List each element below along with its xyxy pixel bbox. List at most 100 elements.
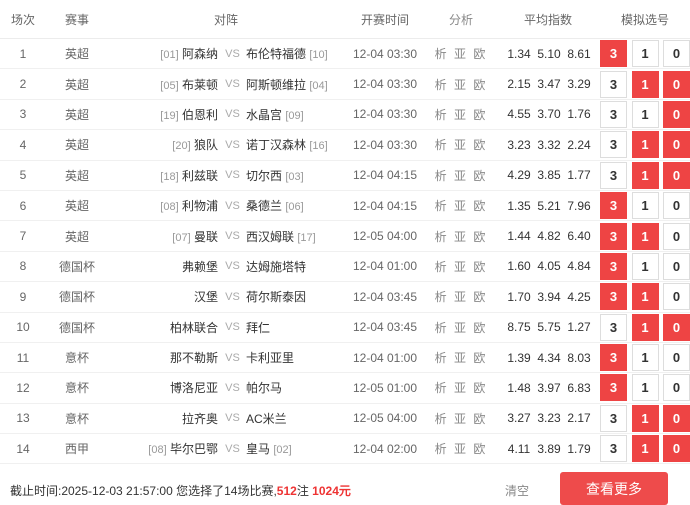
average-odds: 1.39 4.34 8.03 bbox=[496, 351, 600, 365]
pick-1-button[interactable]: 1 bbox=[631, 70, 659, 98]
analysis-links[interactable]: 析 亚 欧 bbox=[426, 410, 496, 427]
away-name: 桑德兰 bbox=[246, 199, 283, 214]
pick-0-button[interactable]: 0 bbox=[663, 161, 690, 189]
pick-0-button[interactable]: 0 bbox=[663, 100, 690, 128]
pick-1-button[interactable]: 1 bbox=[631, 283, 659, 311]
pick-3-button[interactable]: 3 bbox=[600, 70, 627, 98]
pick-3-button[interactable]: 3 bbox=[600, 100, 627, 128]
pick-1-button[interactable]: 1 bbox=[631, 252, 659, 280]
pick-3-button[interactable]: 3 bbox=[600, 435, 627, 463]
vs-label: VS bbox=[225, 169, 240, 182]
pick-1-button[interactable]: 1 bbox=[631, 161, 659, 189]
pick-1-button[interactable]: 1 bbox=[631, 222, 659, 250]
home-team: [08] 毕尔巴鄂 bbox=[108, 440, 220, 457]
home-team: [08] 利物浦 bbox=[108, 197, 220, 214]
pick-3-button[interactable]: 3 bbox=[600, 283, 627, 311]
table-row: 9 德国杯 汉堡 VS 荷尔斯泰因 12-04 03:45 析 亚 欧 1.70 3.94 4… bbox=[0, 282, 690, 313]
pick-3-button[interactable]: 3 bbox=[600, 404, 627, 432]
pick-0-button[interactable]: 0 bbox=[663, 374, 690, 402]
odds-draw: 3.23 bbox=[537, 411, 561, 426]
average-odds: 1.34 5.10 8.61 bbox=[496, 47, 600, 61]
odds-draw: 4.05 bbox=[537, 259, 561, 274]
pick-1-button[interactable]: 1 bbox=[631, 40, 659, 68]
pick-1-button[interactable]: 1 bbox=[631, 100, 659, 128]
pick-3-button[interactable]: 3 bbox=[600, 161, 627, 189]
analysis-links[interactable]: 析 亚 欧 bbox=[426, 379, 496, 396]
away-name: 荷尔斯泰因 bbox=[246, 290, 307, 305]
analysis-links[interactable]: 析 亚 欧 bbox=[426, 76, 496, 93]
analysis-links[interactable]: 析 亚 欧 bbox=[426, 349, 496, 366]
pick-buttons: 310 bbox=[600, 435, 690, 463]
pick-3-button[interactable]: 3 bbox=[600, 131, 627, 159]
odds-draw: 5.75 bbox=[537, 320, 561, 335]
analysis-links[interactable]: 析 亚 欧 bbox=[426, 136, 496, 153]
match-no: 10 bbox=[16, 320, 30, 335]
analysis-links[interactable]: 析 亚 欧 bbox=[426, 106, 496, 123]
pick-1-button[interactable]: 1 bbox=[631, 404, 659, 432]
league: 意杯 bbox=[64, 351, 89, 366]
vs-label: VS bbox=[225, 442, 240, 455]
kickoff-time: 12-04 03:30 bbox=[352, 77, 418, 92]
analysis-links[interactable]: 析 亚 欧 bbox=[426, 197, 496, 214]
pick-0-button[interactable]: 0 bbox=[663, 435, 690, 463]
away-team: 诺丁汉森林 [16] bbox=[245, 136, 344, 153]
analysis-links[interactable]: 析 亚 欧 bbox=[426, 319, 496, 336]
pick-0-button[interactable]: 0 bbox=[663, 222, 690, 250]
odds-draw: 3.47 bbox=[537, 77, 561, 92]
match-no: 13 bbox=[16, 411, 30, 426]
home-name: 曼联 bbox=[193, 229, 218, 244]
table-row: 1 英超 [01] 阿森纳 VS 布伦特福德 [10] 12-04 03:30 析 亚 欧1… bbox=[0, 39, 690, 70]
analysis-links[interactable]: 析 亚 欧 bbox=[426, 258, 496, 275]
analysis-links[interactable]: 析 亚 欧 bbox=[426, 288, 496, 305]
match-no: 2 bbox=[19, 77, 27, 92]
odds-loss: 1.79 bbox=[567, 441, 591, 456]
pick-0-button[interactable]: 0 bbox=[663, 313, 690, 341]
home-rank: [19] bbox=[160, 109, 179, 122]
table-row: 4 英超 [20] 狼队 VS 诺丁汉森林 [16] 12-04 03:30 析 亚 欧 3.… bbox=[0, 130, 690, 161]
away-name: 切尔西 bbox=[246, 168, 283, 183]
pick-0-button[interactable]: 0 bbox=[663, 40, 690, 68]
pick-0-button[interactable]: 0 bbox=[663, 344, 690, 372]
odds-win: 3.23 bbox=[507, 137, 531, 152]
pick-0-button[interactable]: 0 bbox=[663, 283, 690, 311]
pick-3-button[interactable]: 3 bbox=[600, 192, 627, 220]
analysis-links[interactable]: 析 亚 欧 bbox=[426, 440, 496, 457]
pick-1-button[interactable]: 1 bbox=[631, 192, 659, 220]
league: 意杯 bbox=[64, 411, 89, 426]
home-rank: [01] bbox=[160, 49, 179, 62]
pick-3-button[interactable]: 3 bbox=[600, 222, 627, 250]
average-odds: 1.44 4.82 6.40 bbox=[496, 229, 600, 243]
odds-win: 4.55 bbox=[507, 107, 531, 122]
pick-1-button[interactable]: 1 bbox=[631, 435, 659, 463]
odds-loss: 1.27 bbox=[567, 320, 591, 335]
pick-3-button[interactable]: 3 bbox=[600, 252, 627, 280]
away-team: AC米兰 bbox=[245, 410, 344, 427]
clear-button[interactable]: 清空 bbox=[505, 482, 529, 499]
pick-3-button[interactable]: 3 bbox=[600, 374, 627, 402]
view-more-button[interactable]: 查看更多 bbox=[560, 472, 668, 505]
kickoff-time: 12-04 03:30 bbox=[352, 137, 418, 152]
average-odds: 3.23 3.32 2.24 bbox=[496, 138, 600, 152]
analysis-links[interactable]: 析 亚 欧 bbox=[426, 45, 496, 62]
odds-draw: 5.10 bbox=[537, 46, 561, 61]
match-no: 6 bbox=[19, 198, 27, 213]
away-rank: [03] bbox=[285, 170, 304, 183]
pick-0-button[interactable]: 0 bbox=[663, 131, 690, 159]
pick-3-button[interactable]: 3 bbox=[600, 313, 627, 341]
analysis-links[interactable]: 析 亚 欧 bbox=[426, 167, 496, 184]
odds-win: 2.15 bbox=[507, 77, 531, 92]
pick-buttons: 310 bbox=[600, 70, 690, 98]
pick-1-button[interactable]: 1 bbox=[631, 313, 659, 341]
pick-0-button[interactable]: 0 bbox=[663, 192, 690, 220]
analysis-links[interactable]: 析 亚 欧 bbox=[426, 228, 496, 245]
home-rank: [08] bbox=[148, 444, 167, 457]
kickoff-time: 12-04 03:30 bbox=[352, 107, 418, 122]
pick-1-button[interactable]: 1 bbox=[631, 344, 659, 372]
pick-0-button[interactable]: 0 bbox=[663, 404, 690, 432]
pick-1-button[interactable]: 1 bbox=[631, 374, 659, 402]
pick-1-button[interactable]: 1 bbox=[631, 131, 659, 159]
pick-3-button[interactable]: 3 bbox=[600, 344, 627, 372]
pick-0-button[interactable]: 0 bbox=[663, 70, 690, 98]
pick-0-button[interactable]: 0 bbox=[663, 252, 690, 280]
pick-3-button[interactable]: 3 bbox=[600, 40, 627, 68]
